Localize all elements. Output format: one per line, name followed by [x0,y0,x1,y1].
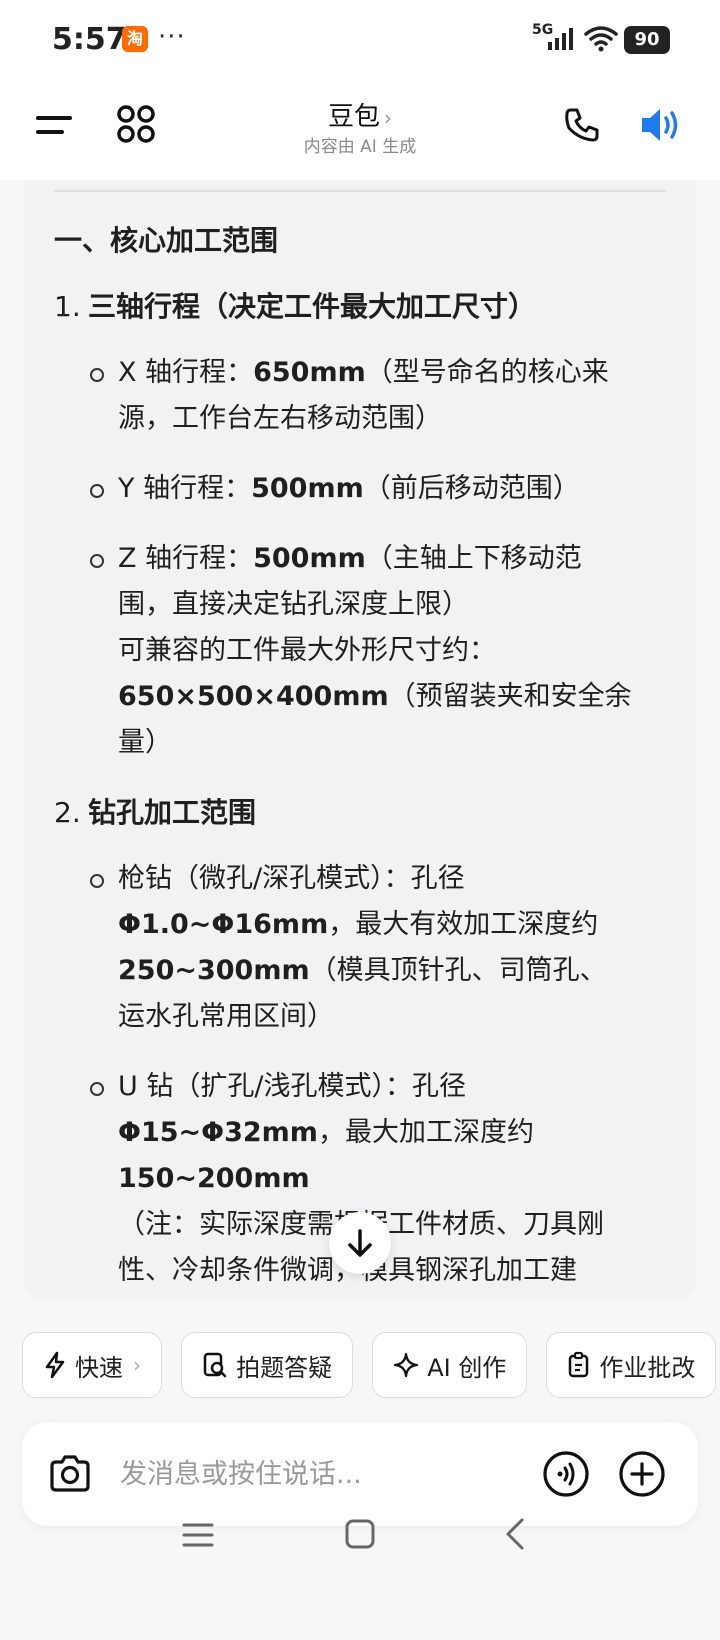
bullet-line: U 钻（扩孔/浅孔模式）：孔径 [118,1064,674,1110]
home-icon[interactable] [344,1518,376,1550]
divider [54,190,666,192]
back-icon[interactable] [502,1516,528,1552]
bold-value: 150~200mm [118,1163,310,1194]
taobao-badge-icon: 淘 [122,26,148,52]
bullet-line: Φ15~Φ32mm，最大加工深度约 [118,1110,674,1156]
bullet-line: 150~200mm [118,1156,674,1202]
chip-label: AI 创作 [427,1353,507,1382]
system-nav-bar [0,1480,720,1590]
chip-photo-question[interactable]: 拍题答疑 [181,1332,354,1398]
text-segment: 源，工作台左右移动范围） [118,403,442,434]
arrow-down-icon [348,1229,372,1257]
more-notifications-icon: ··· [158,22,186,52]
heading-text: 三轴行程（决定工件最大加工尺寸） [88,290,537,323]
quick-actions: 快速 › 拍题答疑 AI 创作 作业批改 [22,1332,720,1400]
numbered-heading: 2. 钻孔加工范围 [54,790,674,836]
clipboard-icon [569,1351,589,1378]
text-segment: ，最大加工深度约 [317,1117,534,1148]
bullet-line: 性、冷却条件微调，模具钢深孔加工建 [118,1248,674,1294]
heading-text: 钻孔加工范围 [88,796,257,829]
bullet-line: 源，工作台左右移动范围） [118,396,674,442]
answer-body: 一、核心加工范围 1. 三轴行程（决定工件最大加工尺寸） X 轴行程：650mm（型… [54,218,674,1300]
chip-ai-create[interactable]: AI 创作 [372,1332,528,1398]
status-bar: 5:57 淘 ··· 5G 90 [0,0,720,80]
chip-homework-grading[interactable]: 作业批改 [546,1332,717,1398]
chevron-right-icon: › [133,1353,141,1377]
bullet-line: （注：实际深度需根据工件材质、刀具刚 [118,1202,674,1248]
chip-label: 作业批改 [599,1353,696,1382]
message-content[interactable]: 一、核心加工范围 1. 三轴行程（决定工件最大加工尺寸） X 轴行程：650mm（型… [24,180,696,1300]
text-segment: 围，直接决定钻孔深度上限） [118,589,469,620]
bullet-item: 枪钻（微孔/深孔模式）：孔径 Φ1.0~Φ16mm，最大有效加工深度约 250~30… [54,856,674,1040]
bullet-line: 枪钻（微孔/深孔模式）：孔径 [118,856,674,902]
bullet-line: 可兼容的工件最大外形尺寸约： [118,628,674,674]
chevron-right-icon: › [384,106,392,130]
bullet-line: X 轴行程：650mm（型号命名的核心来 [118,350,674,396]
text-segment: 运水孔常用区间） [118,1001,334,1032]
bold-value: 500mm [253,543,366,574]
bold-value: 500mm [251,473,364,504]
text-segment: X 轴行程： [118,357,254,388]
bot-name-button[interactable]: 豆包 › [0,96,720,133]
bullet-item: Y 轴行程：500mm（前后移动范围） [54,466,674,512]
text-segment: 量） [118,727,172,758]
chat-header: 豆包 › 内容由 AI 生成 [0,80,720,180]
bullet-line: Φ1.0~Φ16mm，最大有效加工深度约 [118,902,674,948]
bullet-line: 围，直接决定钻孔深度上限） [118,582,674,628]
text-segment: Z 轴行程： [118,543,254,574]
text-segment: 枪钻（微孔/深孔模式）：孔径 [118,863,465,894]
text-segment: 可兼容的工件最大外形尺寸约： [118,635,496,666]
text-segment: （主轴上下移动范 [365,543,582,574]
text-segment: ，最大有效加工深度约 [328,909,599,940]
bold-value: Φ15~Φ32mm [118,1117,318,1148]
lightning-icon [45,1351,65,1379]
text-segment: （型号命名的核心来 [365,357,609,388]
wifi-icon [584,26,618,52]
ai-disclaimer: 内容由 AI 生成 [303,137,417,157]
heading-number: 2. [54,796,81,829]
chip-label: 拍题答疑 [236,1353,333,1382]
signal-icon [548,28,573,50]
text-segment: （前后移动范围） [363,473,580,504]
phone-call-icon[interactable] [563,106,601,144]
status-time: 5:57 [52,22,127,57]
battery-indicator: 90 [624,26,670,54]
numbered-heading: 1. 三轴行程（决定工件最大加工尺寸） [54,284,674,330]
chip-label: 快速 [75,1353,123,1382]
bold-value: 650mm [253,357,366,388]
scroll-to-bottom-button[interactable] [329,1212,391,1274]
bullet-line: 量） [118,720,674,766]
text-segment: （模具顶针孔、司筒孔、 [309,955,607,986]
photo-search-icon [203,1352,227,1378]
bullet-line: Z 轴行程：500mm（主轴上下移动范 [118,536,674,582]
bold-value: 650×500×400mm [118,681,389,712]
sparkle-icon [394,1352,419,1378]
bullet-line: 250~300mm（模具顶针孔、司筒孔、 [118,948,674,994]
text-segment: U 钻（扩孔/浅孔模式）：孔径 [118,1071,466,1102]
recent-apps-icon[interactable] [180,1520,216,1550]
bot-name: 豆包 [327,102,380,132]
bullet-line: 运水孔常用区间） [118,994,674,1040]
text-segment: （预留装夹和安全余 [388,681,632,712]
bullet-item: Z 轴行程：500mm（主轴上下移动范围，直接决定钻孔深度上限） 可兼容的工件最大… [54,536,674,766]
heading-number: 1. [54,290,81,323]
section-heading: 一、核心加工范围 [54,224,279,257]
bullet-item: X 轴行程：650mm（型号命名的核心来源，工作台左右移动范围） [54,350,674,442]
bullet-line: 650×500×400mm（预留装夹和安全余 [118,674,674,720]
speaker-icon[interactable] [638,104,684,146]
text-segment: Y 轴行程： [118,473,252,504]
bold-value: Φ1.0~Φ16mm [118,909,329,940]
bold-value: 250~300mm [118,955,310,986]
bullet-line: Y 轴行程：500mm（前后移动范围） [118,466,674,512]
chip-fast-mode[interactable]: 快速 › [22,1332,162,1398]
